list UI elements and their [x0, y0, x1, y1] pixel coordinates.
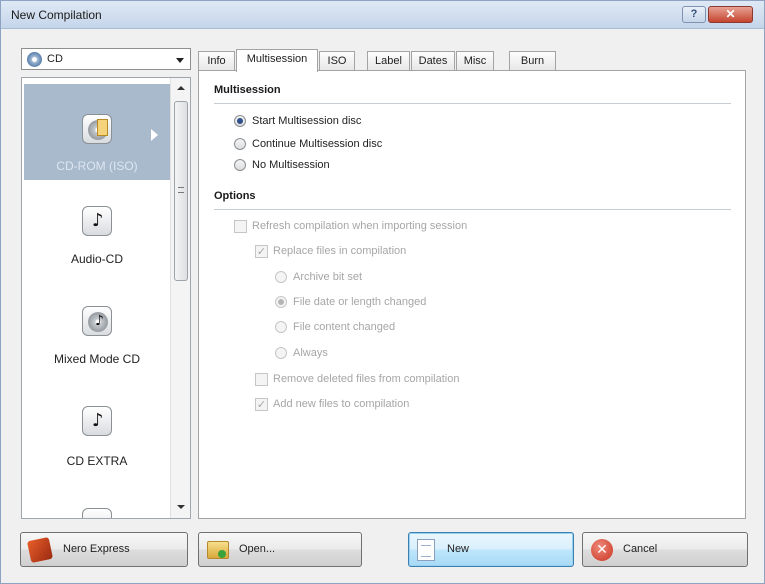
compilation-type-label: CD-ROM (ISO) — [56, 159, 138, 173]
tab-label[interactable]: Label — [367, 51, 410, 71]
section-divider — [214, 209, 731, 210]
mixed-mode-cd-icon: ♪ — [82, 306, 112, 336]
tab-multisession[interactable]: Multisession — [236, 49, 318, 72]
category-scrollbar[interactable] — [170, 78, 190, 518]
help-button[interactable]: ? — [682, 6, 706, 23]
scroll-down-icon[interactable] — [177, 505, 185, 509]
tab-misc[interactable]: Misc — [456, 51, 494, 71]
cd-extra-icon: ♪ — [82, 406, 112, 436]
multisession-panel: Multisession Start Multisession disc Con… — [198, 70, 746, 519]
scrollbar-thumb[interactable] — [174, 101, 188, 281]
tab-iso[interactable]: ISO — [319, 51, 355, 71]
media-type-select[interactable]: CD — [21, 48, 191, 70]
cd-disc-icon — [27, 52, 42, 67]
chevron-right-icon — [151, 129, 158, 141]
grip-icon — [178, 187, 184, 193]
cd-icon — [82, 508, 112, 518]
open-label: Open... — [239, 543, 276, 555]
new-label: New — [447, 543, 470, 555]
compilation-type-label: Mixed Mode CD — [53, 352, 141, 366]
nero-express-icon — [26, 536, 54, 564]
nero-express-label: Nero Express — [63, 543, 130, 555]
tab-dates[interactable]: Dates — [411, 51, 455, 71]
open-button[interactable]: Open... — [198, 532, 362, 567]
cancel-label: Cancel — [623, 543, 658, 555]
cancel-button[interactable]: ✕ Cancel — [582, 532, 748, 567]
options-section-title: Options — [214, 190, 256, 202]
compilation-type-audio-cd[interactable]: ♪ Audio-CD — [24, 186, 170, 282]
new-compilation-dialog: New Compilation ? ✕ CD CD-ROM (ISO) ♪ Au… — [0, 0, 765, 584]
compilation-type-cd-extra[interactable]: ♪ CD EXTRA — [24, 388, 170, 484]
section-divider — [214, 103, 731, 104]
scroll-up-icon[interactable] — [177, 86, 185, 90]
tab-info[interactable]: Info — [198, 51, 235, 71]
open-folder-icon — [207, 541, 229, 559]
compilation-type-next[interactable] — [24, 488, 170, 518]
cancel-icon: ✕ — [591, 539, 613, 561]
new-document-icon — [417, 539, 435, 561]
compilation-type-cd-rom-iso[interactable]: CD-ROM (ISO) — [24, 84, 170, 180]
media-type-value: CD — [47, 53, 63, 65]
audio-cd-icon: ♪ — [82, 206, 112, 236]
new-button[interactable]: New — [408, 532, 574, 567]
multisession-section-title: Multisession — [214, 84, 281, 96]
compilation-type-label: Audio-CD — [70, 252, 124, 266]
compilation-type-label: CD EXTRA — [66, 454, 128, 468]
chevron-down-icon — [176, 58, 184, 63]
compilation-type-mixed-mode-cd[interactable]: ♪ Mixed Mode CD — [24, 286, 170, 382]
title-bar: New Compilation ? ✕ — [1, 1, 764, 29]
cd-rom-icon — [82, 114, 112, 144]
nero-express-button[interactable]: Nero Express — [20, 532, 188, 567]
window-title: New Compilation — [11, 8, 102, 22]
tab-burn[interactable]: Burn — [509, 51, 556, 71]
compilation-type-list: CD-ROM (ISO) ♪ Audio-CD ♪ Mixed Mode CD … — [21, 77, 191, 519]
close-button[interactable]: ✕ — [708, 6, 753, 23]
